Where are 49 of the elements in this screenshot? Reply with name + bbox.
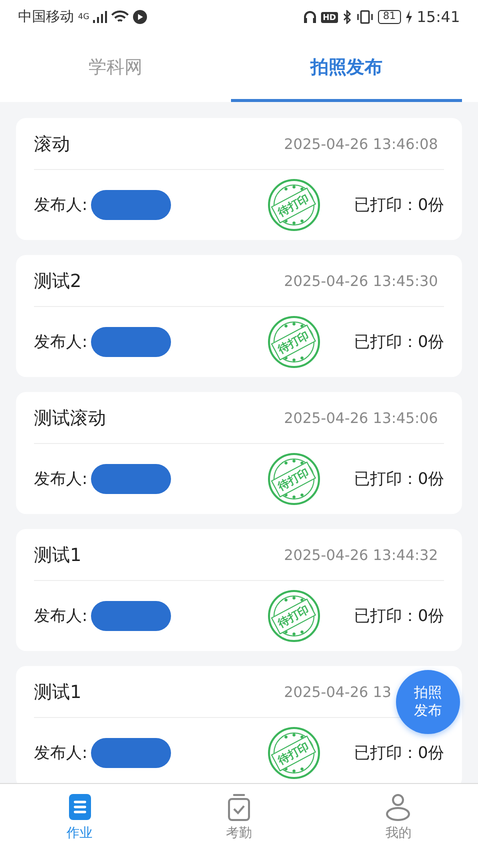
post-title: 测试1: [34, 544, 82, 566]
signal-icon: [93, 11, 108, 23]
post-card[interactable]: 滚动 2025-04-26 13:46:08 发布人: 待打印 已打印：0份: [16, 118, 462, 240]
printed-count: 已打印：0份: [354, 194, 444, 216]
wifi-icon: [111, 10, 130, 24]
play-icon: [133, 10, 148, 24]
network-type: 4G: [78, 12, 90, 21]
printed-count: 已打印：0份: [354, 606, 444, 626]
battery-level: 81: [378, 10, 401, 24]
post-title: 测试滚动: [34, 406, 106, 430]
pending-print-stamp: 待打印: [266, 588, 322, 644]
tab[interactable]: 学科网: [0, 34, 231, 102]
publisher-label: 发布人:: [34, 742, 88, 764]
pending-print-stamp: 待打印: [266, 451, 322, 507]
post-title: 测试1: [34, 680, 82, 704]
clipboard-check-icon: [226, 792, 252, 820]
publisher-label: 发布人:: [34, 332, 88, 352]
clock-time: 15:41: [416, 8, 460, 26]
post-time: 2025-04-26 13:44:32: [284, 548, 438, 564]
publisher-label: 发布人:: [34, 606, 88, 626]
post-time: 2025-04-26 13:46:08: [284, 137, 438, 153]
charging-icon: [404, 10, 413, 24]
tab[interactable]: 拍照发布: [231, 34, 462, 102]
post-card[interactable]: 测试1 2025-04-26 13:44:32 发布人: 待打印 已打印：0份: [16, 529, 462, 651]
carrier-name: 中国移动: [18, 8, 74, 26]
post-time: 2025-04-26 13:45:30: [284, 274, 438, 290]
nav-tab[interactable]: 我的: [385, 824, 412, 842]
pending-print-stamp: 待打印: [266, 177, 322, 233]
post-time: 2025-04-26 13: [284, 685, 392, 701]
post-title: 滚动: [34, 132, 70, 156]
hd-badge: HD: [320, 12, 338, 22]
pending-print-stamp: 待打印: [266, 314, 322, 370]
pending-print-stamp: 待打印: [266, 725, 322, 781]
post-title: 测试2: [34, 270, 82, 292]
nav-tab[interactable]: 考勤: [226, 824, 252, 842]
publisher-label: 发布人:: [34, 468, 88, 490]
vibrate-icon: [356, 10, 374, 24]
publisher-label: 发布人:: [34, 194, 88, 216]
nav-tab[interactable]: 作业: [66, 824, 93, 842]
printed-count: 已打印：0份: [354, 468, 444, 490]
printed-count: 已打印：0份: [354, 742, 444, 764]
headphones-icon: [302, 10, 317, 24]
document-icon: [66, 792, 93, 820]
printed-count: 已打印：0份: [354, 332, 444, 352]
person-icon: [385, 792, 412, 820]
post-card[interactable]: 测试滚动 2025-04-26 13:45:06 发布人: 待打印 已打印：0份: [16, 392, 462, 514]
bluetooth-icon: [342, 10, 352, 24]
post-card[interactable]: 测试2 2025-04-26 13:45:30 发布人: 待打印 已打印：0份: [16, 255, 462, 377]
post-time: 2025-04-26 13:45:06: [284, 411, 438, 427]
